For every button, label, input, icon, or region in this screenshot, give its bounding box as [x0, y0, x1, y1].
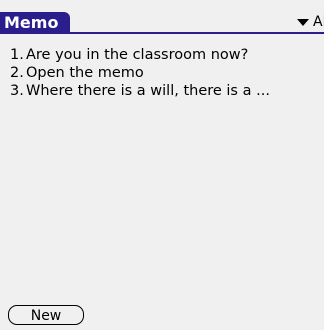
category-dropdown[interactable]: All [297, 12, 324, 32]
app-title: Memo [0, 12, 71, 33]
title-bar: Memo All [0, 12, 324, 34]
memo-item[interactable]: 2. Open the memo [10, 64, 314, 82]
category-label: All [313, 14, 324, 30]
new-memo-button[interactable]: New [8, 305, 84, 325]
title-underline [0, 32, 324, 34]
memo-title: Where there is a will, there is a ... [26, 83, 270, 99]
memo-item[interactable]: 1. Are you in the classroom now? [10, 46, 314, 64]
memo-number: 3. [10, 83, 24, 99]
memo-screen: Memo All 1. Are you in the classroom now… [0, 0, 324, 330]
memo-title: Are you in the classroom now? [26, 47, 249, 63]
triangle-down-icon [297, 18, 309, 26]
memo-item[interactable]: 3. Where there is a will, there is a ... [10, 82, 314, 100]
memo-list: 1. Are you in the classroom now? 2. Open… [10, 46, 314, 100]
memo-title: Open the memo [26, 65, 144, 81]
memo-number: 1. [10, 47, 24, 63]
memo-number: 2. [10, 65, 24, 81]
